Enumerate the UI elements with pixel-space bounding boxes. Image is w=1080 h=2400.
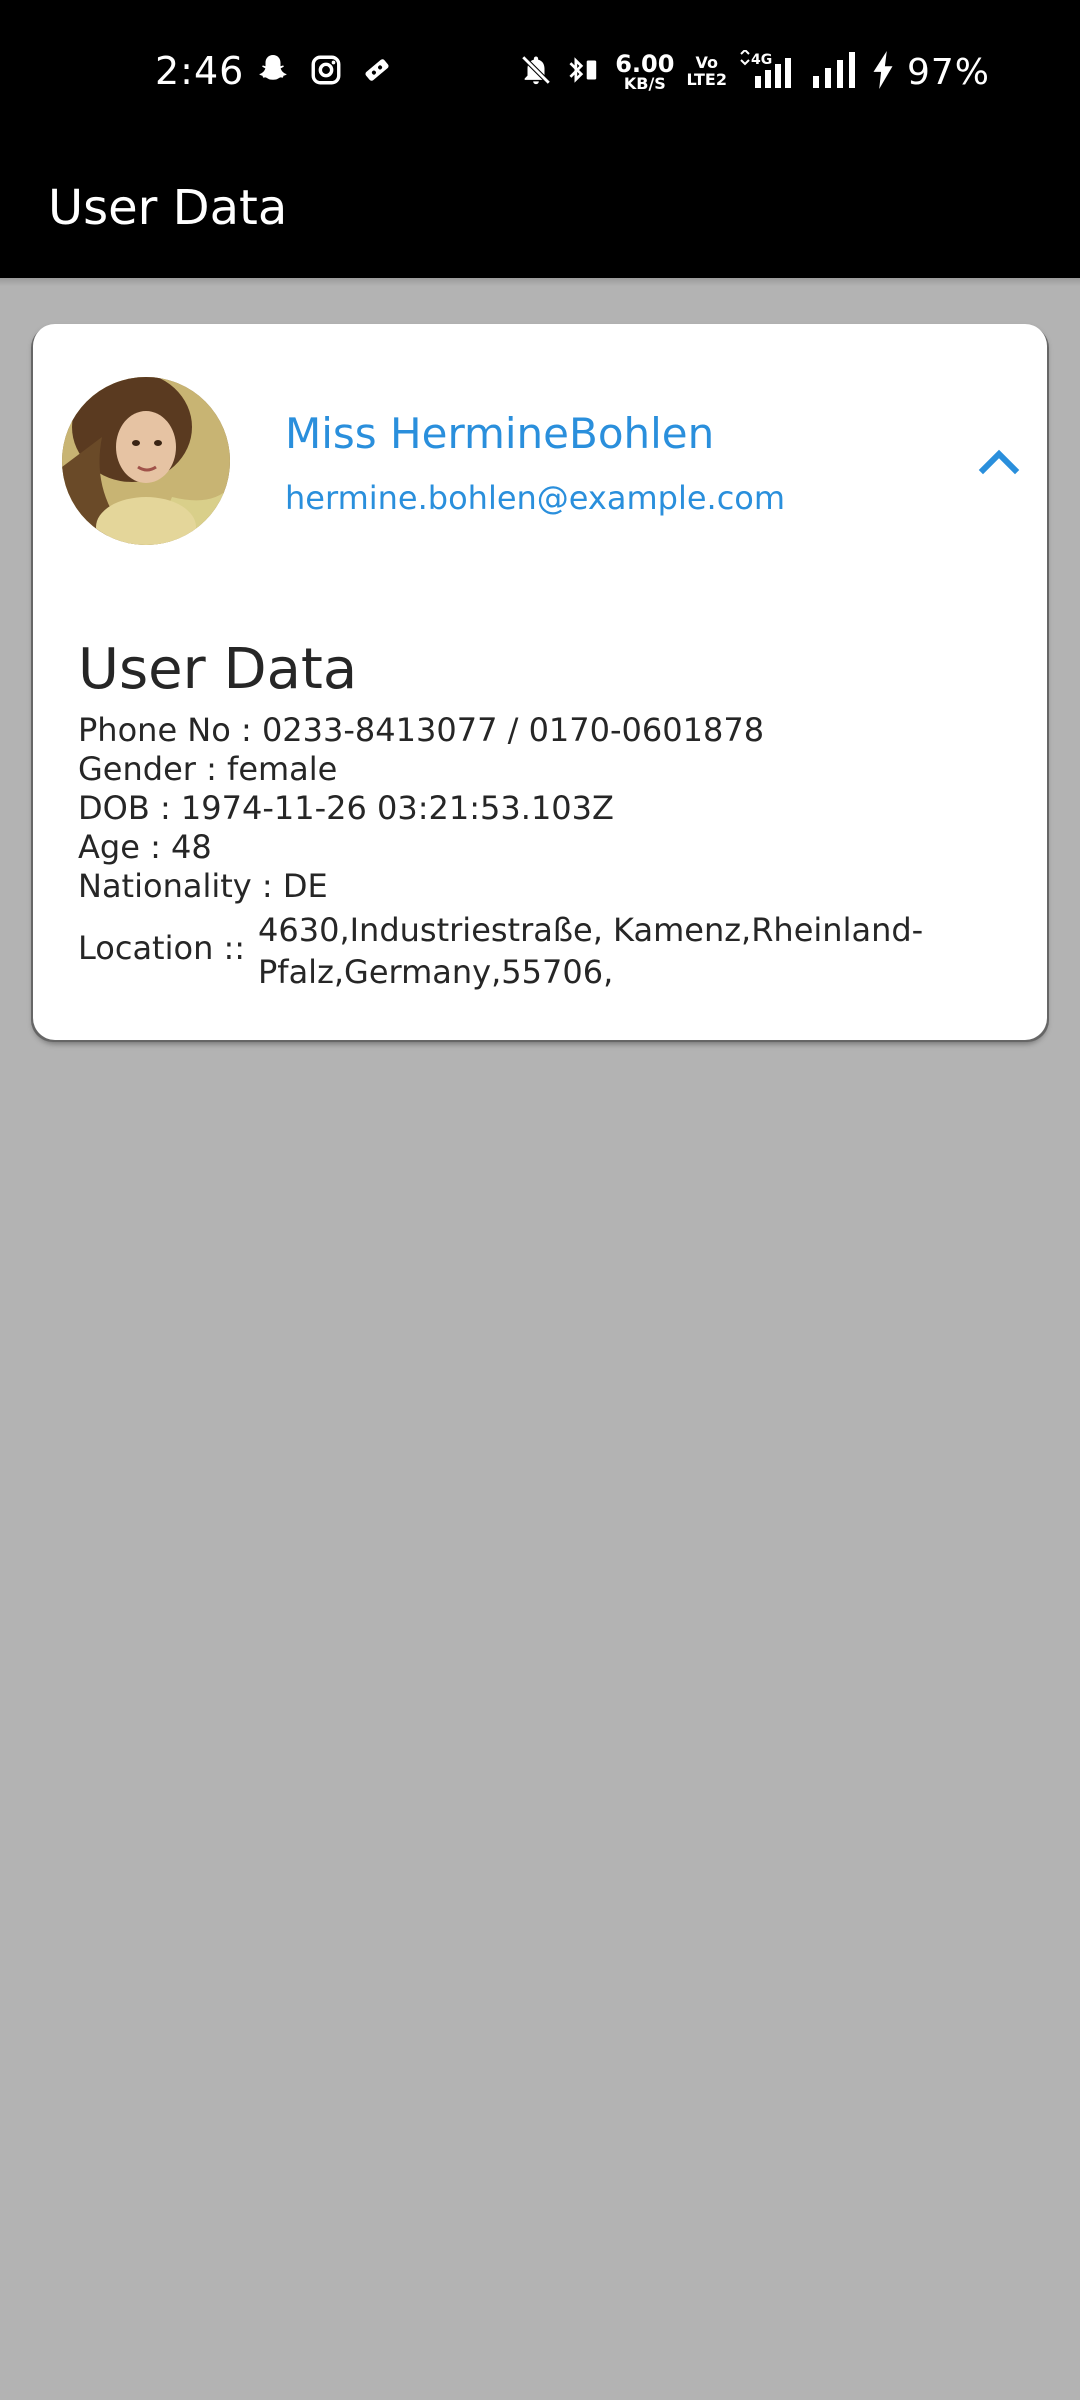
- phone-number: Phone No : 0233-8413077 / 0170-0601878: [78, 711, 765, 749]
- video-call-icon: [361, 54, 393, 90]
- age: Age : 48: [78, 828, 212, 866]
- user-email: hermine.bohlen@example.com: [285, 479, 786, 517]
- location-value: 4630,Industriestraße, Kamenz,Rheinland-P…: [258, 911, 924, 991]
- instagram-icon: [309, 53, 343, 91]
- volte-indicator: Vo LTE2: [686, 54, 727, 89]
- network-speed-value: 6.00: [615, 50, 675, 78]
- charging-icon: [871, 51, 895, 93]
- bluetooth-battery-icon: [565, 51, 603, 93]
- date-of-birth: DOB : 1974-11-26 03:21:53.103Z: [78, 789, 614, 827]
- network-speed-unit: KB/S: [623, 74, 666, 93]
- system-status-icons: 6.00 KB/S Vo LTE2 4G 97%: [519, 48, 990, 96]
- signal-icon: [811, 52, 859, 92]
- status-time: 2:46: [155, 49, 245, 93]
- user-card: Miss HermineBohlen hermine.bohlen@exampl…: [33, 324, 1047, 1040]
- gender: Gender : female: [78, 750, 338, 788]
- mute-bell-icon: [519, 53, 553, 91]
- user-name: Miss HermineBohlen: [285, 409, 715, 458]
- collapse-button[interactable]: [969, 432, 1029, 492]
- svg-text:4G: 4G: [751, 52, 772, 68]
- nationality: Nationality : DE: [78, 867, 328, 905]
- volte-bottom: LTE2: [686, 70, 727, 89]
- chevron-up-icon: [969, 449, 1029, 496]
- app-bar-shadow: [0, 278, 1080, 286]
- location-label: Location ::: [78, 929, 246, 967]
- battery-percent: 97%: [906, 51, 990, 93]
- status-bar: 2:46 6.00 KB/S Vo LTE2 4G 97%: [0, 0, 1080, 140]
- avatar: [62, 377, 230, 545]
- signal-4g-icon: 4G: [739, 48, 799, 94]
- app-title: User Data: [48, 180, 288, 236]
- notification-icons: [255, 50, 393, 94]
- details-section-title: User Data: [78, 637, 358, 702]
- snapchat-icon: [255, 52, 291, 92]
- network-speed: 6.00 KB/S: [615, 52, 674, 92]
- app-bar: User Data: [0, 140, 1080, 278]
